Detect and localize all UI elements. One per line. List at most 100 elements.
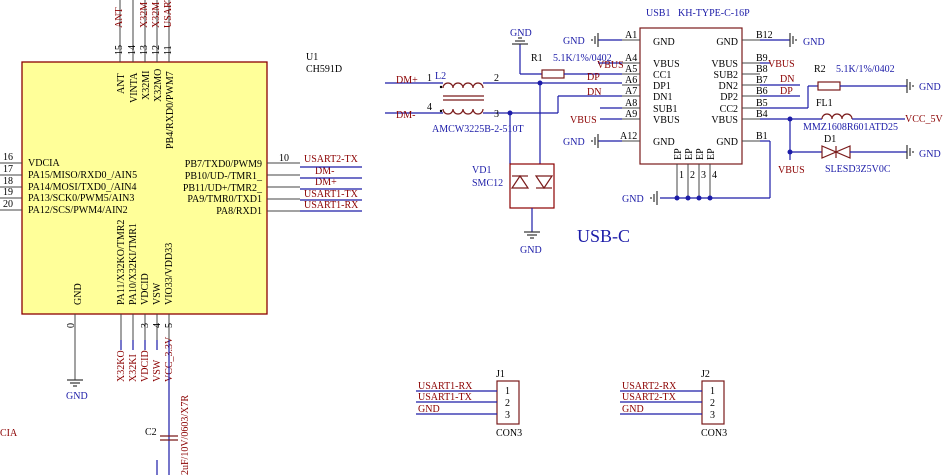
usb1-name-vbus-b4: VBUS — [711, 115, 738, 126]
j1-net-gnd[interactable]: GND — [418, 404, 440, 415]
vd1-gnd-label: GND — [520, 245, 542, 256]
u1-pin-pb11: PB11/UD+/TMR2_ — [183, 183, 263, 194]
usb1-ep-num-1: 1 — [679, 170, 684, 181]
net-vdcid[interactable]: VDCID — [140, 350, 151, 382]
u1-pin-vdcid: VDCID — [140, 273, 151, 305]
net-vbus-b9[interactable]: VBUS — [768, 59, 795, 70]
usb1-pin-a7: A7 — [625, 86, 637, 97]
l2-pin-4: 4 — [427, 102, 432, 113]
vd1-gnd-symbol: GND — [520, 231, 542, 256]
net-dp-left[interactable]: DP — [587, 72, 600, 83]
usb1-connector[interactable]: USB1 KH-TYPE-C-16P A1 A4 A5 A6 A7 A8 A9 … — [620, 8, 773, 198]
usb1-part: KH-TYPE-C-16P — [678, 8, 750, 19]
d1-gnd-label: GND — [919, 149, 941, 160]
net-vbus-a9[interactable]: VBUS — [570, 115, 597, 126]
net-x32m-1[interactable]: X32M — [139, 2, 150, 28]
usb1-name-gnd-b1: GND — [716, 137, 738, 148]
net-usart2-tx[interactable]: USART2-TX — [304, 154, 359, 165]
u1-pin-num-12: 12 — [151, 45, 162, 55]
u1-pin-pa11: PA11/X32KO/TMR2 — [116, 220, 127, 305]
r2-value: 5.1K/1%/0402 — [836, 64, 895, 75]
net-usart-top[interactable]: USART — [163, 0, 174, 28]
net-dm-minus-left[interactable]: DM- — [396, 110, 415, 121]
u1-pin-pa9: PA9/TMR0/TXD1 — [187, 194, 262, 205]
j1-pin-1: 1 — [505, 386, 510, 397]
c2-capacitor[interactable]: C2 2uF/10V/0603/X7R — [145, 395, 191, 475]
u1-pin-pa8: PA8/RXD1 — [216, 206, 262, 217]
net-dm-plus-left[interactable]: DM+ — [396, 75, 418, 86]
j1-net-usart1-rx[interactable]: USART1-RX — [418, 381, 473, 392]
c2-value: 2uF/10V/0603/X7R — [180, 395, 191, 475]
section-title-usbc: USB-C — [577, 226, 630, 246]
u1-part: CH591D — [306, 64, 342, 75]
j2-net-usart2-rx[interactable]: USART2-RX — [622, 381, 677, 392]
usb1-ep-gnd-label: GND — [622, 194, 644, 205]
u1-pin-num-5: 5 — [164, 323, 175, 328]
vd1-part: SMC12 — [472, 178, 503, 189]
usb1-ep-num-3: 3 — [701, 170, 706, 181]
u1-pin-num-18: 18 — [3, 176, 13, 187]
j1-connector[interactable]: J1 CON3 1 2 3 USART1-RX USART1-TX GND — [416, 369, 522, 439]
vd1-tvs-array[interactable]: VD1 SMC12 — [472, 83, 555, 232]
j2-pin-1: 1 — [710, 386, 715, 397]
u1-pin-pa15: PA15/MISO/RXD0_/AIN5 — [28, 170, 137, 181]
u1-pin-pa14: PA14/MOSI/TXD0_/AIN4 — [28, 182, 137, 193]
net-dm-plus[interactable]: DM+ — [315, 177, 337, 188]
u1-pin-vinta: VINTA — [129, 72, 140, 103]
net-dn-right[interactable]: DN — [780, 74, 794, 85]
vd1-designator: VD1 — [472, 165, 491, 176]
net-dm-minus[interactable]: DM- — [315, 166, 334, 177]
j2-designator: J2 — [701, 369, 710, 380]
u1-pin-num-14: 14 — [127, 45, 138, 55]
net-vbus-d1[interactable]: VBUS — [778, 165, 805, 176]
j1-part: CON3 — [496, 428, 522, 439]
usb1-pin-b9: B9 — [756, 53, 768, 64]
u1-pin-pa13: PA13/SCK0/PWM5/AIN3 — [28, 193, 134, 204]
usb1-name-gnd-b12: GND — [716, 37, 738, 48]
u1-pin-num-16: 16 — [3, 152, 13, 163]
net-dp-right[interactable]: DP — [780, 86, 793, 97]
u1-pin-num-15: 15 — [114, 45, 125, 55]
usb1-ep-num-2: 2 — [690, 170, 695, 181]
usb1-a12-gnd-label: GND — [563, 137, 585, 148]
usb1-pin-b6: B6 — [756, 86, 768, 97]
j1-pin-3: 3 — [505, 410, 510, 421]
fl1-part: MMZ1608R601ATD25 — [803, 122, 898, 133]
usb1-name-vbus-a4: VBUS — [653, 59, 680, 70]
usb1-pin-b1: B1 — [756, 131, 768, 142]
net-usart1-rx[interactable]: USART1-RX — [304, 200, 359, 211]
net-vdcia-fragment: CIA — [0, 428, 18, 439]
j1-pin-2: 2 — [505, 398, 510, 409]
fl1-ferrite[interactable]: FL1 MMZ1608R601ATD25 — [760, 98, 905, 133]
net-x32m-2[interactable]: X32M — [151, 2, 162, 28]
j1-designator: J1 — [496, 369, 505, 380]
d1-part: SLESD3Z5V0C — [825, 164, 891, 175]
fl1-designator: FL1 — [816, 98, 833, 109]
net-vbus-a4[interactable]: VBUS — [597, 60, 624, 71]
j2-net-usart2-tx[interactable]: USART2-TX — [622, 392, 677, 403]
net-usart1-tx[interactable]: USART1-TX — [304, 189, 359, 200]
usb1-name-dn1: DN1 — [653, 92, 672, 103]
u1-pin-ant: ANT — [116, 73, 127, 94]
net-vcc-5v[interactable]: VCC_5V — [905, 114, 943, 125]
u1-pin-pb7: PB7/TXD0/PWM9 — [185, 159, 262, 170]
u1-pin-pb4: PB4/RXD0/PWM7 — [165, 71, 176, 149]
schematic-canvas: U1 CH591D 16 17 18 19 20 VDCIA PA15/MISO… — [0, 0, 943, 475]
usb1-ep-4: EP — [706, 148, 717, 160]
net-vsw[interactable]: VSW — [152, 359, 163, 382]
usb1-pin-b5: B5 — [756, 98, 768, 109]
usb1-ep-num-4: 4 — [712, 170, 717, 181]
u1-pin-num-10: 10 — [279, 153, 289, 164]
j1-net-usart1-tx[interactable]: USART1-TX — [418, 392, 473, 403]
net-ant[interactable]: ANT — [114, 7, 125, 28]
j2-connector[interactable]: J2 CON3 1 2 3 USART2-RX USART2-TX GND — [620, 369, 727, 439]
usb1-name-vbus-b9: VBUS — [711, 59, 738, 70]
net-x32ko[interactable]: X32KO — [116, 350, 127, 382]
net-dn-left[interactable]: DN — [587, 87, 601, 98]
u1-pin-num-20: 20 — [3, 199, 13, 210]
usb1-name-vbus-a9: VBUS — [653, 115, 680, 126]
u1-designator: U1 — [306, 52, 318, 63]
net-x32ki[interactable]: X32KI — [128, 354, 139, 382]
usb1-name-cc2: CC2 — [720, 104, 738, 115]
j2-net-gnd[interactable]: GND — [622, 404, 644, 415]
